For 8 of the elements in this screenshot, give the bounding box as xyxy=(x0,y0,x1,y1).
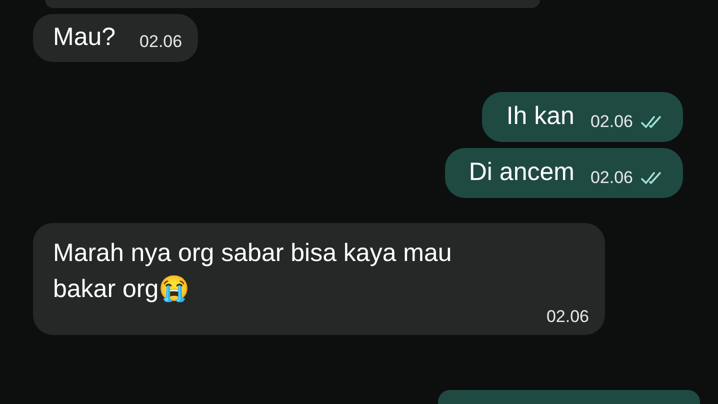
message-text: Di ancem xyxy=(468,157,574,188)
message-time: 02.06 xyxy=(140,32,182,52)
message-text: Ih kan xyxy=(506,101,574,132)
message-time: 02.06 xyxy=(546,307,589,327)
message-text: Mau? xyxy=(53,22,116,52)
message-time: 02.06 xyxy=(590,112,633,132)
message-text: Marah nya org sabar bisa kaya mau bakar org😭 xyxy=(53,238,453,305)
message-time: 02.06 xyxy=(590,168,633,188)
